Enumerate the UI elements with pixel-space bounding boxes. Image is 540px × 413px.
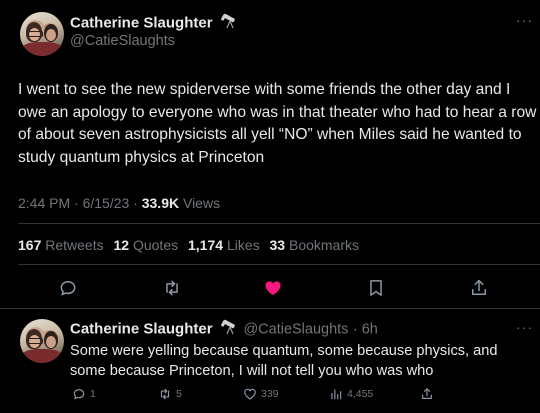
reply-views-count: 4,455 <box>347 388 374 400</box>
reply-author-handle[interactable]: @CatieSlaughts <box>243 322 348 338</box>
retweet-button[interactable] <box>160 276 184 300</box>
telescope-icon <box>221 13 239 34</box>
likes-stat[interactable]: 1,174 Likes <box>188 237 260 253</box>
divider <box>18 264 540 265</box>
reply-reply-button[interactable]: 1 <box>72 386 96 402</box>
reply-more-options-icon[interactable]: ··· <box>516 319 533 335</box>
heart-icon <box>244 388 256 400</box>
views-label: Views <box>179 195 221 211</box>
engagement-stats: 167 Retweets 12 Quotes 1,174 Likes 33 Bo… <box>18 237 359 253</box>
views-count: 33.9K <box>141 195 180 211</box>
bookmark-button[interactable] <box>364 276 388 300</box>
reply-header: Catherine Slaughter @CatieSlaughts · 6h <box>70 319 378 340</box>
share-icon <box>472 279 486 295</box>
tweet-meta: 2:44 PM · 6/15/23 · 33.9K Views <box>18 195 220 211</box>
telescope-icon <box>221 319 239 340</box>
reply-author-name[interactable]: Catherine Slaughter <box>70 321 213 338</box>
bookmark-icon <box>370 280 382 296</box>
reply-reply-count: 1 <box>90 388 96 400</box>
reply-age[interactable]: · 6h <box>353 322 378 338</box>
share-button[interactable] <box>467 276 491 300</box>
tweet-timestamp[interactable]: 2:44 PM · 6/15/23 · <box>18 195 142 211</box>
more-options-icon[interactable]: ··· <box>516 12 533 28</box>
reply-retweet-count: 5 <box>176 388 182 400</box>
reply-retweet-button[interactable]: 5 <box>158 386 182 402</box>
author-name-row[interactable]: Catherine Slaughter <box>70 13 239 34</box>
retweet-icon <box>160 388 170 400</box>
share-icon <box>422 388 432 399</box>
tweet-text: I went to see the new spiderverse with s… <box>18 81 537 166</box>
divider <box>18 223 540 224</box>
author-handle[interactable]: @CatieSlaughts <box>70 33 175 49</box>
reply-text: Some were yelling because quantum, some … <box>70 343 498 379</box>
divider <box>0 308 540 309</box>
reply-share-button[interactable] <box>420 386 434 402</box>
reply-button[interactable] <box>56 276 80 300</box>
like-button[interactable] <box>261 276 285 300</box>
author-name[interactable]: Catherine Slaughter <box>70 15 213 32</box>
heart-icon <box>265 281 281 296</box>
reply-like-count: 339 <box>261 388 279 400</box>
reply-icon <box>60 281 76 296</box>
author-avatar[interactable] <box>20 12 64 56</box>
quotes-stat[interactable]: 12 Quotes <box>114 237 179 253</box>
reply-author-avatar[interactable] <box>20 319 64 363</box>
reply-like-button[interactable]: 339 <box>243 386 279 402</box>
reply-icon <box>73 389 85 400</box>
retweet-icon <box>166 280 178 296</box>
views-icon <box>331 389 342 400</box>
bookmarks-stat[interactable]: 33 Bookmarks <box>270 237 360 253</box>
retweets-stat[interactable]: 167 Retweets <box>18 237 104 253</box>
reply-views-button[interactable]: 4,455 <box>329 386 373 402</box>
